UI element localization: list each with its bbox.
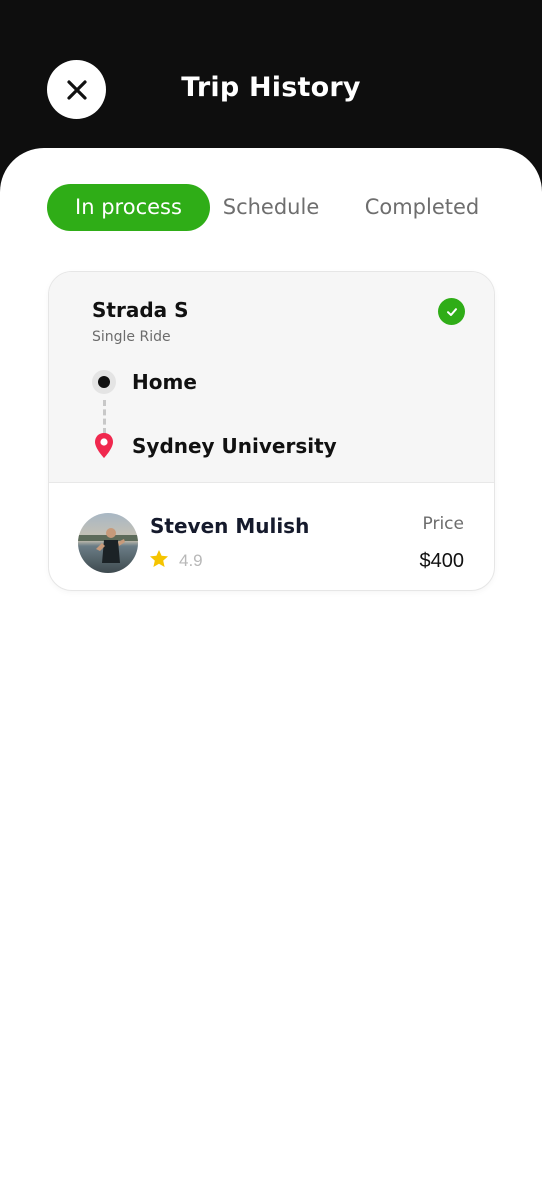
tab-in-process[interactable]: In process — [47, 184, 210, 231]
page-title: Trip History — [181, 72, 361, 103]
trip-tabs: In process Schedule Completed — [47, 184, 497, 231]
tab-completed[interactable]: Completed — [342, 184, 502, 231]
route-line — [103, 400, 106, 434]
trip-card[interactable]: Strada S Single Ride Home Sydney Univers… — [48, 271, 495, 591]
price-label: Price — [422, 514, 464, 534]
driver-name: Steven Mulish — [150, 514, 310, 538]
check-circle-icon — [438, 298, 465, 325]
star-icon — [150, 550, 168, 567]
origin-label: Home — [132, 370, 197, 394]
location-pin-icon — [95, 433, 113, 458]
ride-type: Single Ride — [92, 329, 171, 345]
price-value: $400 — [419, 550, 465, 572]
destination-label: Sydney University — [132, 434, 337, 458]
content-sheet: In process Schedule Completed Strada S S… — [0, 148, 542, 1186]
car-name: Strada S — [92, 298, 189, 322]
trip-details: Strada S Single Ride Home Sydney Univers… — [49, 272, 494, 483]
driver-rating: 4.9 — [179, 551, 203, 570]
tab-schedule[interactable]: Schedule — [210, 184, 332, 231]
driver-avatar — [78, 513, 138, 573]
origin-dot-icon — [92, 370, 116, 394]
